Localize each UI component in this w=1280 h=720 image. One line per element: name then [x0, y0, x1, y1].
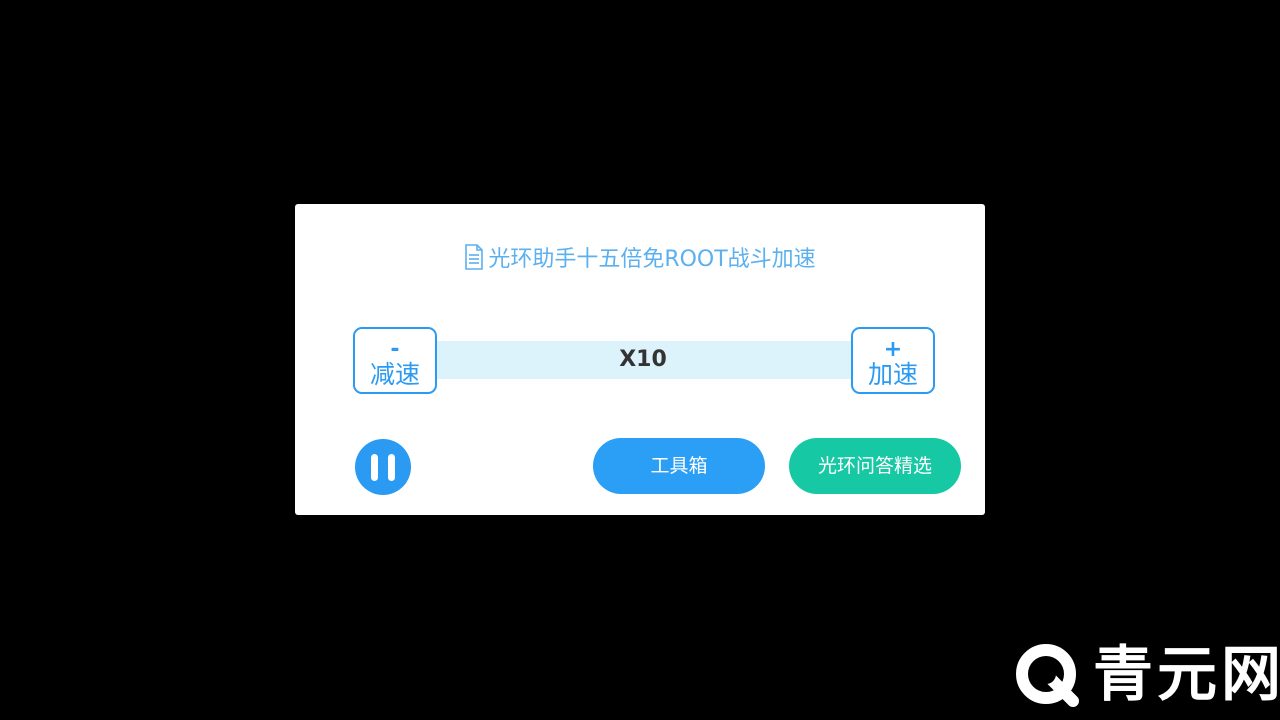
pause-icon [371, 454, 378, 481]
toolbox-button[interactable]: 工具箱 [593, 438, 765, 494]
decrease-speed-button[interactable]: - 减速 [353, 327, 437, 394]
screen: 光环助手十五倍免ROOT战斗加速 X10 - 减速 + 加速 工具箱 光环问答精… [0, 0, 1280, 720]
plus-sign: + [883, 337, 903, 362]
increase-speed-label: 加速 [867, 360, 918, 389]
document-icon [464, 244, 484, 270]
speed-value: X10 [619, 347, 667, 372]
pause-button[interactable] [355, 439, 411, 495]
increase-speed-button[interactable]: + 加速 [851, 327, 935, 394]
minus-sign: - [390, 337, 400, 362]
pause-icon-bar [388, 454, 395, 481]
decrease-speed-label: 减速 [369, 360, 420, 389]
dialog-title-row: 光环助手十五倍免ROOT战斗加速 [295, 242, 985, 272]
qa-featured-button[interactable]: 光环问答精选 [789, 438, 961, 494]
q-logo-icon [1015, 643, 1079, 707]
dialog-title: 光环助手十五倍免ROOT战斗加速 [488, 247, 816, 272]
watermark-text: 青元网 [1093, 640, 1280, 710]
speed-dialog: 光环助手十五倍免ROOT战斗加速 X10 - 减速 + 加速 工具箱 光环问答精… [295, 204, 985, 515]
watermark: 青元网 [1015, 640, 1280, 710]
